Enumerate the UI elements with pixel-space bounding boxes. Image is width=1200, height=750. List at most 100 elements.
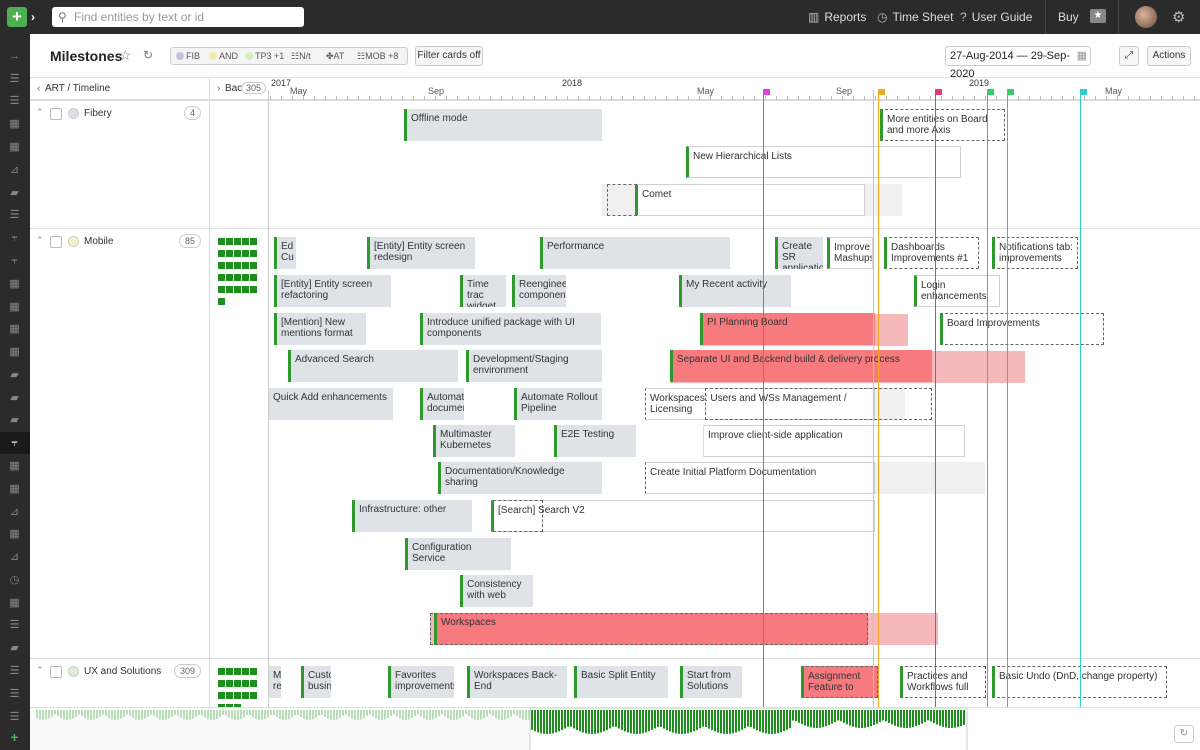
card[interactable]: Assignment Feature to	[801, 666, 878, 698]
board-icon[interactable]: ▦	[7, 347, 22, 358]
card[interactable]: Create SR applicatio	[775, 237, 823, 269]
chevron-left-icon[interactable]: ‹	[37, 83, 40, 94]
card[interactable]: Improve client-side application	[703, 425, 965, 457]
card[interactable]: Dashboards Improvements #1	[884, 237, 979, 269]
board-icon[interactable]: ▦	[7, 324, 22, 335]
board-icon[interactable]: ▦	[7, 302, 22, 313]
backlog-grid[interactable]	[218, 237, 258, 309]
clock-icon[interactable]: ◷	[7, 575, 22, 586]
timeline-icon[interactable]: ⫧	[7, 256, 22, 267]
group-checkbox[interactable]	[50, 236, 62, 248]
chart-icon[interactable]: ⊿	[7, 552, 22, 563]
folder-icon[interactable]: ▰	[7, 370, 22, 381]
card[interactable]: Comet	[635, 184, 865, 216]
collapse-icon[interactable]: ⌃	[36, 107, 44, 118]
filter-fib[interactable]: FIB	[176, 48, 200, 64]
card[interactable]: Basic Split Entity	[574, 666, 668, 698]
search-input[interactable]: ⚲ Find entities by text or id	[52, 7, 304, 27]
board-icon[interactable]: ▦	[7, 279, 22, 290]
collapse-icon[interactable]: ⌃	[36, 235, 44, 246]
milestone-flag-icon[interactable]	[1080, 89, 1087, 95]
milestone-flag-icon[interactable]	[763, 89, 770, 95]
milestone-flag-icon[interactable]	[1007, 89, 1014, 95]
date-range-input[interactable]: 27-Aug-2014 — 29-Sep-2020 ▦	[945, 46, 1091, 80]
filter-mob[interactable]: ☷MOB +8	[357, 48, 398, 64]
card[interactable]: New Hierarchical Lists	[686, 146, 961, 178]
card[interactable]: Start from Solutions	[680, 666, 742, 698]
card[interactable]: Ed Cu	[274, 237, 296, 269]
card[interactable]: Separate UI and Backend build & delivery…	[670, 350, 932, 382]
card[interactable]: Create Initial Platform Documentation	[645, 462, 875, 494]
card[interactable]: Configuration Service	[405, 538, 511, 570]
board-icon[interactable]: ▦	[7, 484, 22, 495]
card[interactable]: Practices and Workflows full	[900, 666, 986, 698]
card[interactable]: Automat documen	[420, 388, 464, 420]
reports-link[interactable]: ▥ Reports	[808, 10, 866, 24]
folder-icon[interactable]: ▰	[7, 643, 22, 654]
card[interactable]: [Mention] New mentions format	[274, 313, 366, 345]
add-button[interactable]: +	[7, 7, 27, 27]
card[interactable]: [Entity] Entity screen refactoring	[274, 275, 391, 307]
card[interactable]: E2E Testing	[554, 425, 636, 457]
board-icon[interactable]: ▦	[7, 598, 22, 609]
expand-icon[interactable]: ⤢	[1119, 46, 1139, 66]
list-icon[interactable]: ☰	[7, 210, 22, 221]
card[interactable]: Development/Staging environment	[466, 350, 602, 382]
card[interactable]: Reengineer component	[512, 275, 566, 307]
card[interactable]: Performance	[540, 237, 730, 269]
filter-at[interactable]: ✤AT	[326, 48, 344, 64]
collapse-icon[interactable]: ⌃	[36, 665, 44, 676]
card[interactable]: Offline mode	[404, 109, 602, 141]
card[interactable]: Notifications tab: improvements	[992, 237, 1078, 269]
card[interactable]: M re	[268, 666, 281, 698]
timeline-icon[interactable]: ⫧	[7, 233, 22, 244]
group-checkbox[interactable]	[50, 108, 62, 120]
card[interactable]: Introduce unified package with UI compon…	[420, 313, 601, 345]
refresh-icon[interactable]: ↻	[143, 48, 153, 62]
card[interactable]: Multimaster Kubernetes	[433, 425, 515, 457]
folder-icon[interactable]: ▰	[7, 188, 22, 199]
board-icon[interactable]: ▦	[7, 529, 22, 540]
card[interactable]: Workspaces Back-End	[467, 666, 567, 698]
user-guide-link[interactable]: ? User Guide	[960, 10, 1032, 24]
milestone-flag-icon[interactable]	[878, 89, 885, 95]
filter-cards-button[interactable]: Filter cards off	[415, 46, 483, 66]
list-icon[interactable]: ☰	[7, 74, 22, 85]
star-badge-icon[interactable]: ★	[1090, 9, 1106, 23]
card[interactable]: Infrastructure: other	[352, 500, 472, 532]
calendar-icon[interactable]: ▦	[1077, 47, 1087, 65]
star-icon[interactable]: ☆	[119, 47, 132, 64]
card[interactable]: Improve Mashups	[827, 237, 873, 269]
milestone-flag-icon[interactable]	[987, 89, 994, 95]
card[interactable]: Time trac widget	[460, 275, 506, 307]
card[interactable]: Custo busin	[301, 666, 331, 698]
buy-link[interactable]: Buy	[1058, 10, 1079, 24]
list-icon[interactable]: ☰	[7, 96, 22, 107]
avatar[interactable]	[1135, 6, 1157, 28]
milestone-flag-icon[interactable]	[935, 89, 942, 95]
card[interactable]: Quick Add enhancements	[268, 388, 393, 420]
gear-icon[interactable]: ⚙	[1172, 8, 1185, 26]
list-icon[interactable]: ☰	[7, 620, 22, 631]
card[interactable]: Favorites improvements	[388, 666, 454, 698]
card[interactable]: Advanced Search	[288, 350, 458, 382]
card[interactable]: PI Planning Board	[700, 313, 875, 345]
board-icon[interactable]: ▦	[7, 142, 22, 153]
filter-tp3[interactable]: TP3 +1	[245, 48, 284, 64]
reset-zoom-icon[interactable]: ↻	[1174, 725, 1194, 743]
board-icon[interactable]: ▦	[7, 461, 22, 472]
expand-sidebar-icon[interactable]: ›	[31, 10, 35, 24]
chevron-right-icon[interactable]: ›	[217, 83, 220, 94]
filter-bar[interactable]: FIB AND TP3 +1 ☷N/t ✤AT ☷MOB +8	[170, 47, 408, 65]
chart-icon[interactable]: ⊿	[7, 507, 22, 518]
board-icon[interactable]: ▦	[7, 119, 22, 130]
actions-button[interactable]: Actions	[1147, 46, 1191, 66]
list-icon[interactable]: ☰	[7, 666, 22, 677]
list-icon[interactable]: ☰	[7, 689, 22, 700]
card[interactable]: Consistency with web	[460, 575, 533, 607]
card[interactable]: Automate Rollout Pipeline	[514, 388, 602, 420]
card[interactable]: My Recent activity	[679, 275, 791, 307]
card[interactable]: Workspaces	[434, 613, 868, 645]
folder-icon[interactable]: ▰	[7, 393, 22, 404]
timesheet-link[interactable]: ◷ Time Sheet	[877, 10, 953, 24]
